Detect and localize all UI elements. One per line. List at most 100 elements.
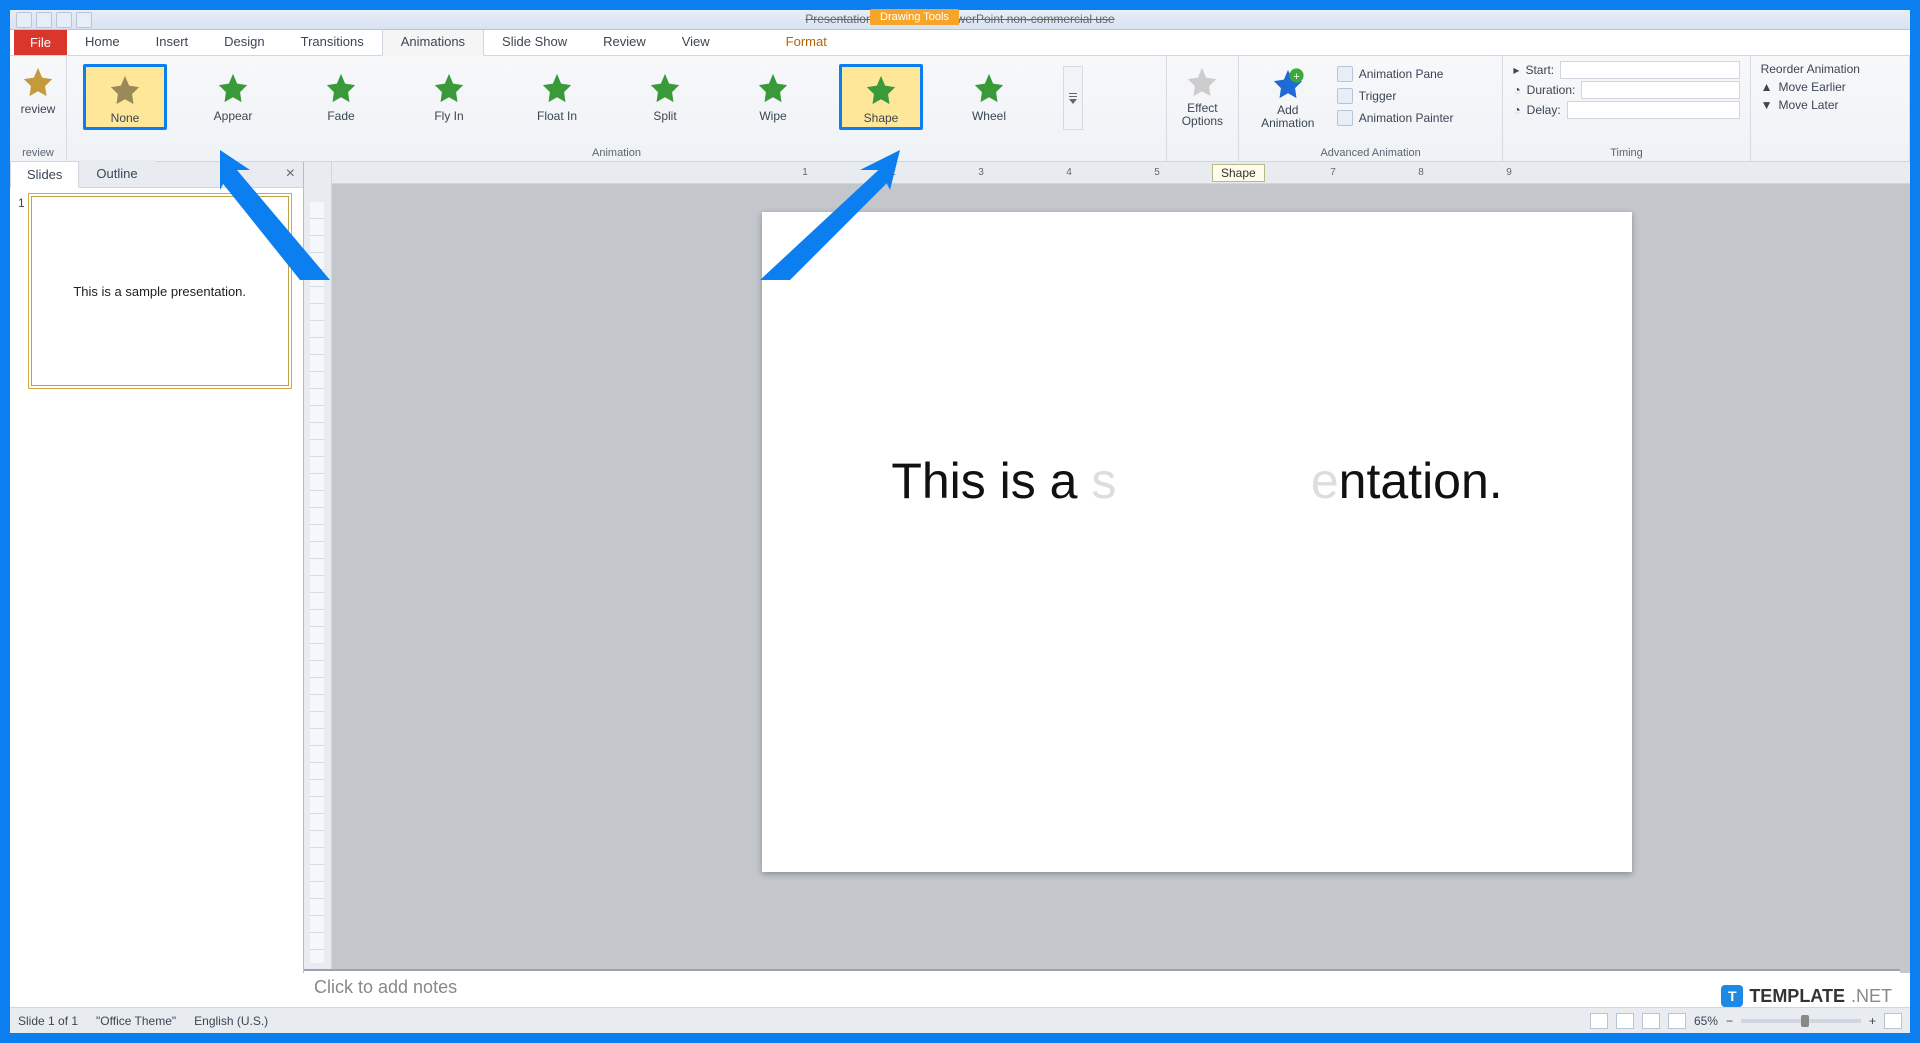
callout-arrow <box>750 150 910 290</box>
animation-flyin[interactable]: Fly In <box>407 64 491 126</box>
star-icon <box>647 70 683 106</box>
tab-design[interactable]: Design <box>206 28 282 55</box>
tab-home[interactable]: Home <box>67 28 138 55</box>
preview-button[interactable]: review <box>16 60 60 120</box>
star-icon <box>431 70 467 106</box>
status-slide: Slide 1 of 1 <box>18 1014 78 1028</box>
quick-access-toolbar <box>16 12 92 28</box>
animation-label: Shape <box>864 111 899 125</box>
animation-painter-button[interactable]: Animation Painter <box>1333 108 1458 128</box>
star-icon <box>215 70 251 106</box>
animation-gallery: None Appear Fade Fly In Float In Split Wipe Sha… <box>73 60 1160 130</box>
slide-number: 1 <box>18 196 25 386</box>
gallery-more-button[interactable] <box>1063 66 1083 130</box>
normal-view-button[interactable] <box>1590 1013 1608 1029</box>
title-bar: Presentation1 - Microsoft PowerPoint non… <box>10 10 1910 30</box>
status-bar: Slide 1 of 1 "Office Theme" English (U.S… <box>10 1007 1910 1033</box>
slide-text[interactable]: This is a s entation. <box>762 452 1632 510</box>
animation-label: Fly In <box>434 109 463 123</box>
notes-pane[interactable]: Click to add notes <box>304 969 1900 1007</box>
trigger-icon <box>1337 88 1353 104</box>
pane-icon <box>1337 66 1353 82</box>
svg-text:+: + <box>1293 71 1300 83</box>
delay-label: Delay: <box>1527 103 1561 117</box>
animation-floatin[interactable]: Float In <box>515 64 599 126</box>
effect-options-label: Effect Options <box>1182 102 1223 128</box>
animation-appear[interactable]: Appear <box>191 64 275 126</box>
clock-icon: ◔ <box>1513 103 1520 117</box>
save-icon[interactable] <box>16 12 32 28</box>
slide-canvas[interactable]: This is a s entation. <box>762 212 1632 872</box>
sorter-view-button[interactable] <box>1616 1013 1634 1029</box>
animation-label: Wheel <box>972 109 1006 123</box>
panel-tab-slides[interactable]: Slides <box>10 161 79 188</box>
play-icon: ▸ <box>1513 63 1519 77</box>
callout-arrow <box>200 150 340 290</box>
watermark: T TEMPLATE .NET <box>1721 985 1892 1007</box>
tab-file[interactable]: File <box>14 30 67 55</box>
star-icon <box>539 70 575 106</box>
qat-more-icon[interactable] <box>76 12 92 28</box>
slideshow-view-button[interactable] <box>1668 1013 1686 1029</box>
zoom-out-button[interactable]: − <box>1726 1014 1733 1028</box>
redo-icon[interactable] <box>56 12 72 28</box>
animation-shape[interactable]: Shape <box>839 64 923 130</box>
tab-view[interactable]: View <box>664 28 728 55</box>
tab-insert[interactable]: Insert <box>138 28 207 55</box>
tab-animations[interactable]: Animations <box>382 27 484 56</box>
animation-wheel[interactable]: Wheel <box>947 64 1031 126</box>
reorder-label: Reorder Animation <box>1757 60 1903 78</box>
panel-tab-outline[interactable]: Outline <box>79 160 154 187</box>
effect-options-button[interactable]: Effect Options <box>1178 60 1227 132</box>
animation-split[interactable]: Split <box>623 64 707 126</box>
animation-fade[interactable]: Fade <box>299 64 383 126</box>
group-effect-options: Effect Options <box>1167 56 1239 161</box>
zoom-slider[interactable] <box>1741 1019 1861 1023</box>
add-star-icon: + <box>1270 66 1306 102</box>
animation-label: Float In <box>537 109 577 123</box>
animation-wipe[interactable]: Wipe <box>731 64 815 126</box>
animation-label: Appear <box>214 109 253 123</box>
star-icon <box>20 64 56 100</box>
reading-view-button[interactable] <box>1642 1013 1660 1029</box>
move-earlier-button[interactable]: ▲Move Earlier <box>1757 78 1903 96</box>
zoom-label: 65% <box>1694 1014 1718 1028</box>
delay-input[interactable] <box>1567 101 1740 119</box>
undo-icon[interactable] <box>36 12 52 28</box>
up-icon: ▲ <box>1761 80 1773 94</box>
tab-slideshow[interactable]: Slide Show <box>484 28 585 55</box>
animation-label: Fade <box>327 109 354 123</box>
tab-transitions[interactable]: Transitions <box>283 28 382 55</box>
brand-name: TEMPLATE <box>1749 986 1845 1007</box>
duration-input[interactable] <box>1581 81 1739 99</box>
start-input[interactable] <box>1560 61 1739 79</box>
star-icon <box>323 70 359 106</box>
group-advanced-animation: + Add Animation Animation Pane Trigger A… <box>1239 56 1504 161</box>
trigger-button[interactable]: Trigger <box>1333 86 1458 106</box>
animation-pane-button[interactable]: Animation Pane <box>1333 64 1458 84</box>
animation-label: None <box>111 111 140 125</box>
start-label: Start: <box>1525 63 1554 77</box>
brand-suffix: .NET <box>1851 986 1892 1007</box>
notes-placeholder: Click to add notes <box>314 977 457 997</box>
fit-button[interactable] <box>1884 1013 1902 1029</box>
animation-label: Split <box>653 109 676 123</box>
move-later-button[interactable]: ▼Move Later <box>1757 96 1903 114</box>
star-icon <box>971 70 1007 106</box>
window-title: Presentation1 - Microsoft PowerPoint non… <box>805 12 1114 26</box>
brand-logo-icon: T <box>1721 985 1743 1007</box>
star-icon <box>863 72 899 108</box>
tab-review[interactable]: Review <box>585 28 664 55</box>
zoom-in-button[interactable]: + <box>1869 1014 1876 1028</box>
tab-format[interactable]: Format <box>768 28 845 55</box>
add-animation-label: Add Animation <box>1261 104 1314 130</box>
status-lang: English (U.S.) <box>194 1014 268 1028</box>
group-preview: review review <box>10 56 67 161</box>
group-animation: None Appear Fade Fly In Float In Split Wipe Sha… <box>67 56 1167 161</box>
star-icon <box>107 72 143 108</box>
contextual-tab-label: Drawing Tools <box>870 9 959 25</box>
clock-icon: ◔ <box>1513 83 1520 97</box>
star-icon <box>755 70 791 106</box>
animation-none[interactable]: None <box>83 64 167 130</box>
add-animation-button[interactable]: + Add Animation <box>1251 62 1325 134</box>
